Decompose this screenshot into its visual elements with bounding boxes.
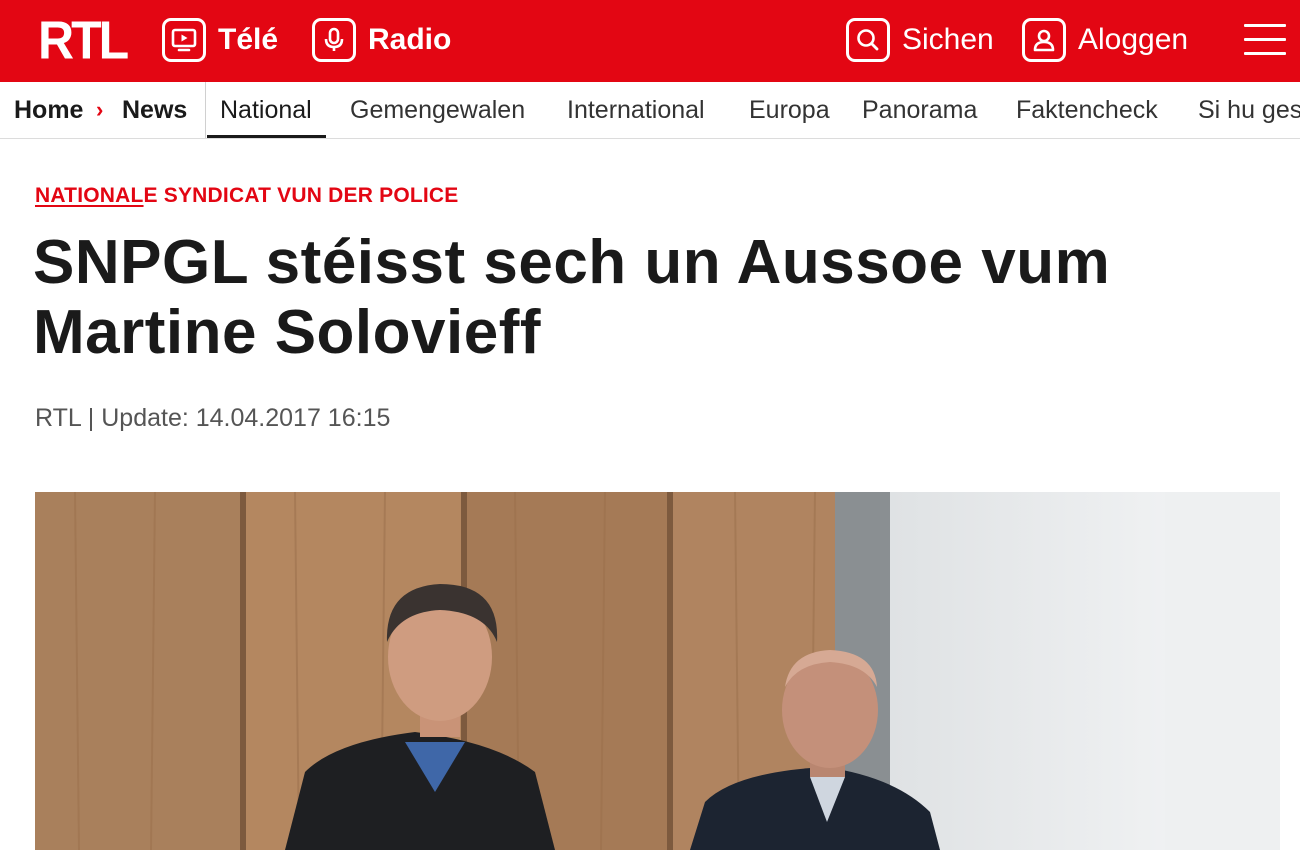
tv-icon: [162, 18, 206, 62]
article-photo: [35, 492, 1280, 850]
article-meta: RTL | Update: 14.04.2017 16:15: [35, 404, 391, 432]
login-label: Aloggen: [1078, 23, 1189, 56]
hamburger-menu-icon[interactable]: [1244, 24, 1286, 58]
headline-line-2: Martine Solovieff: [33, 298, 542, 367]
microphone-icon: [312, 18, 356, 62]
tele-label: Télé: [218, 23, 279, 56]
breadcrumb-divider: [205, 82, 206, 138]
tab-si-hu-gesot[interactable]: Si hu gesot: [1198, 82, 1300, 138]
search-icon: [846, 18, 890, 62]
kicker-link[interactable]: NATIONAL: [35, 184, 144, 207]
tab-panorama[interactable]: Panorama: [862, 82, 977, 138]
user-icon: [1022, 18, 1066, 62]
search-label: Sichen: [902, 23, 994, 56]
rtl-logo[interactable]: RTL: [38, 10, 129, 70]
top-bar: RTL Télé Radio Sichen Aloggen: [0, 0, 1300, 82]
tab-europa[interactable]: Europa: [749, 82, 830, 138]
headline-line-1: SNPGL stéisst sech un Aussoe vum: [33, 228, 1111, 297]
search-button[interactable]: Sichen: [846, 16, 994, 64]
breadcrumb-news[interactable]: News: [122, 82, 187, 138]
tab-faktencheck[interactable]: Faktencheck: [1016, 82, 1158, 138]
chevron-right-icon: ›: [96, 97, 104, 122]
tele-link[interactable]: Télé: [162, 16, 278, 64]
kicker-text: E SYNDICAT VUN DER POLICE: [143, 184, 459, 207]
tab-international[interactable]: International: [567, 82, 705, 138]
tab-national[interactable]: National: [207, 82, 326, 138]
article-kicker[interactable]: NATIONALE SYNDICAT VUN DER POLICE: [35, 184, 459, 208]
article-headline: SNPGL stéisst sech un Aussoe vum Martine…: [33, 228, 1233, 368]
login-button[interactable]: Aloggen: [1022, 16, 1188, 64]
breadcrumb-home[interactable]: Home: [14, 82, 83, 138]
radio-label: Radio: [368, 23, 452, 56]
radio-link[interactable]: Radio: [312, 16, 451, 64]
section-nav: Home › News National Gemengewalen Intern…: [0, 82, 1300, 139]
tab-gemengewalen[interactable]: Gemengewalen: [350, 82, 525, 138]
